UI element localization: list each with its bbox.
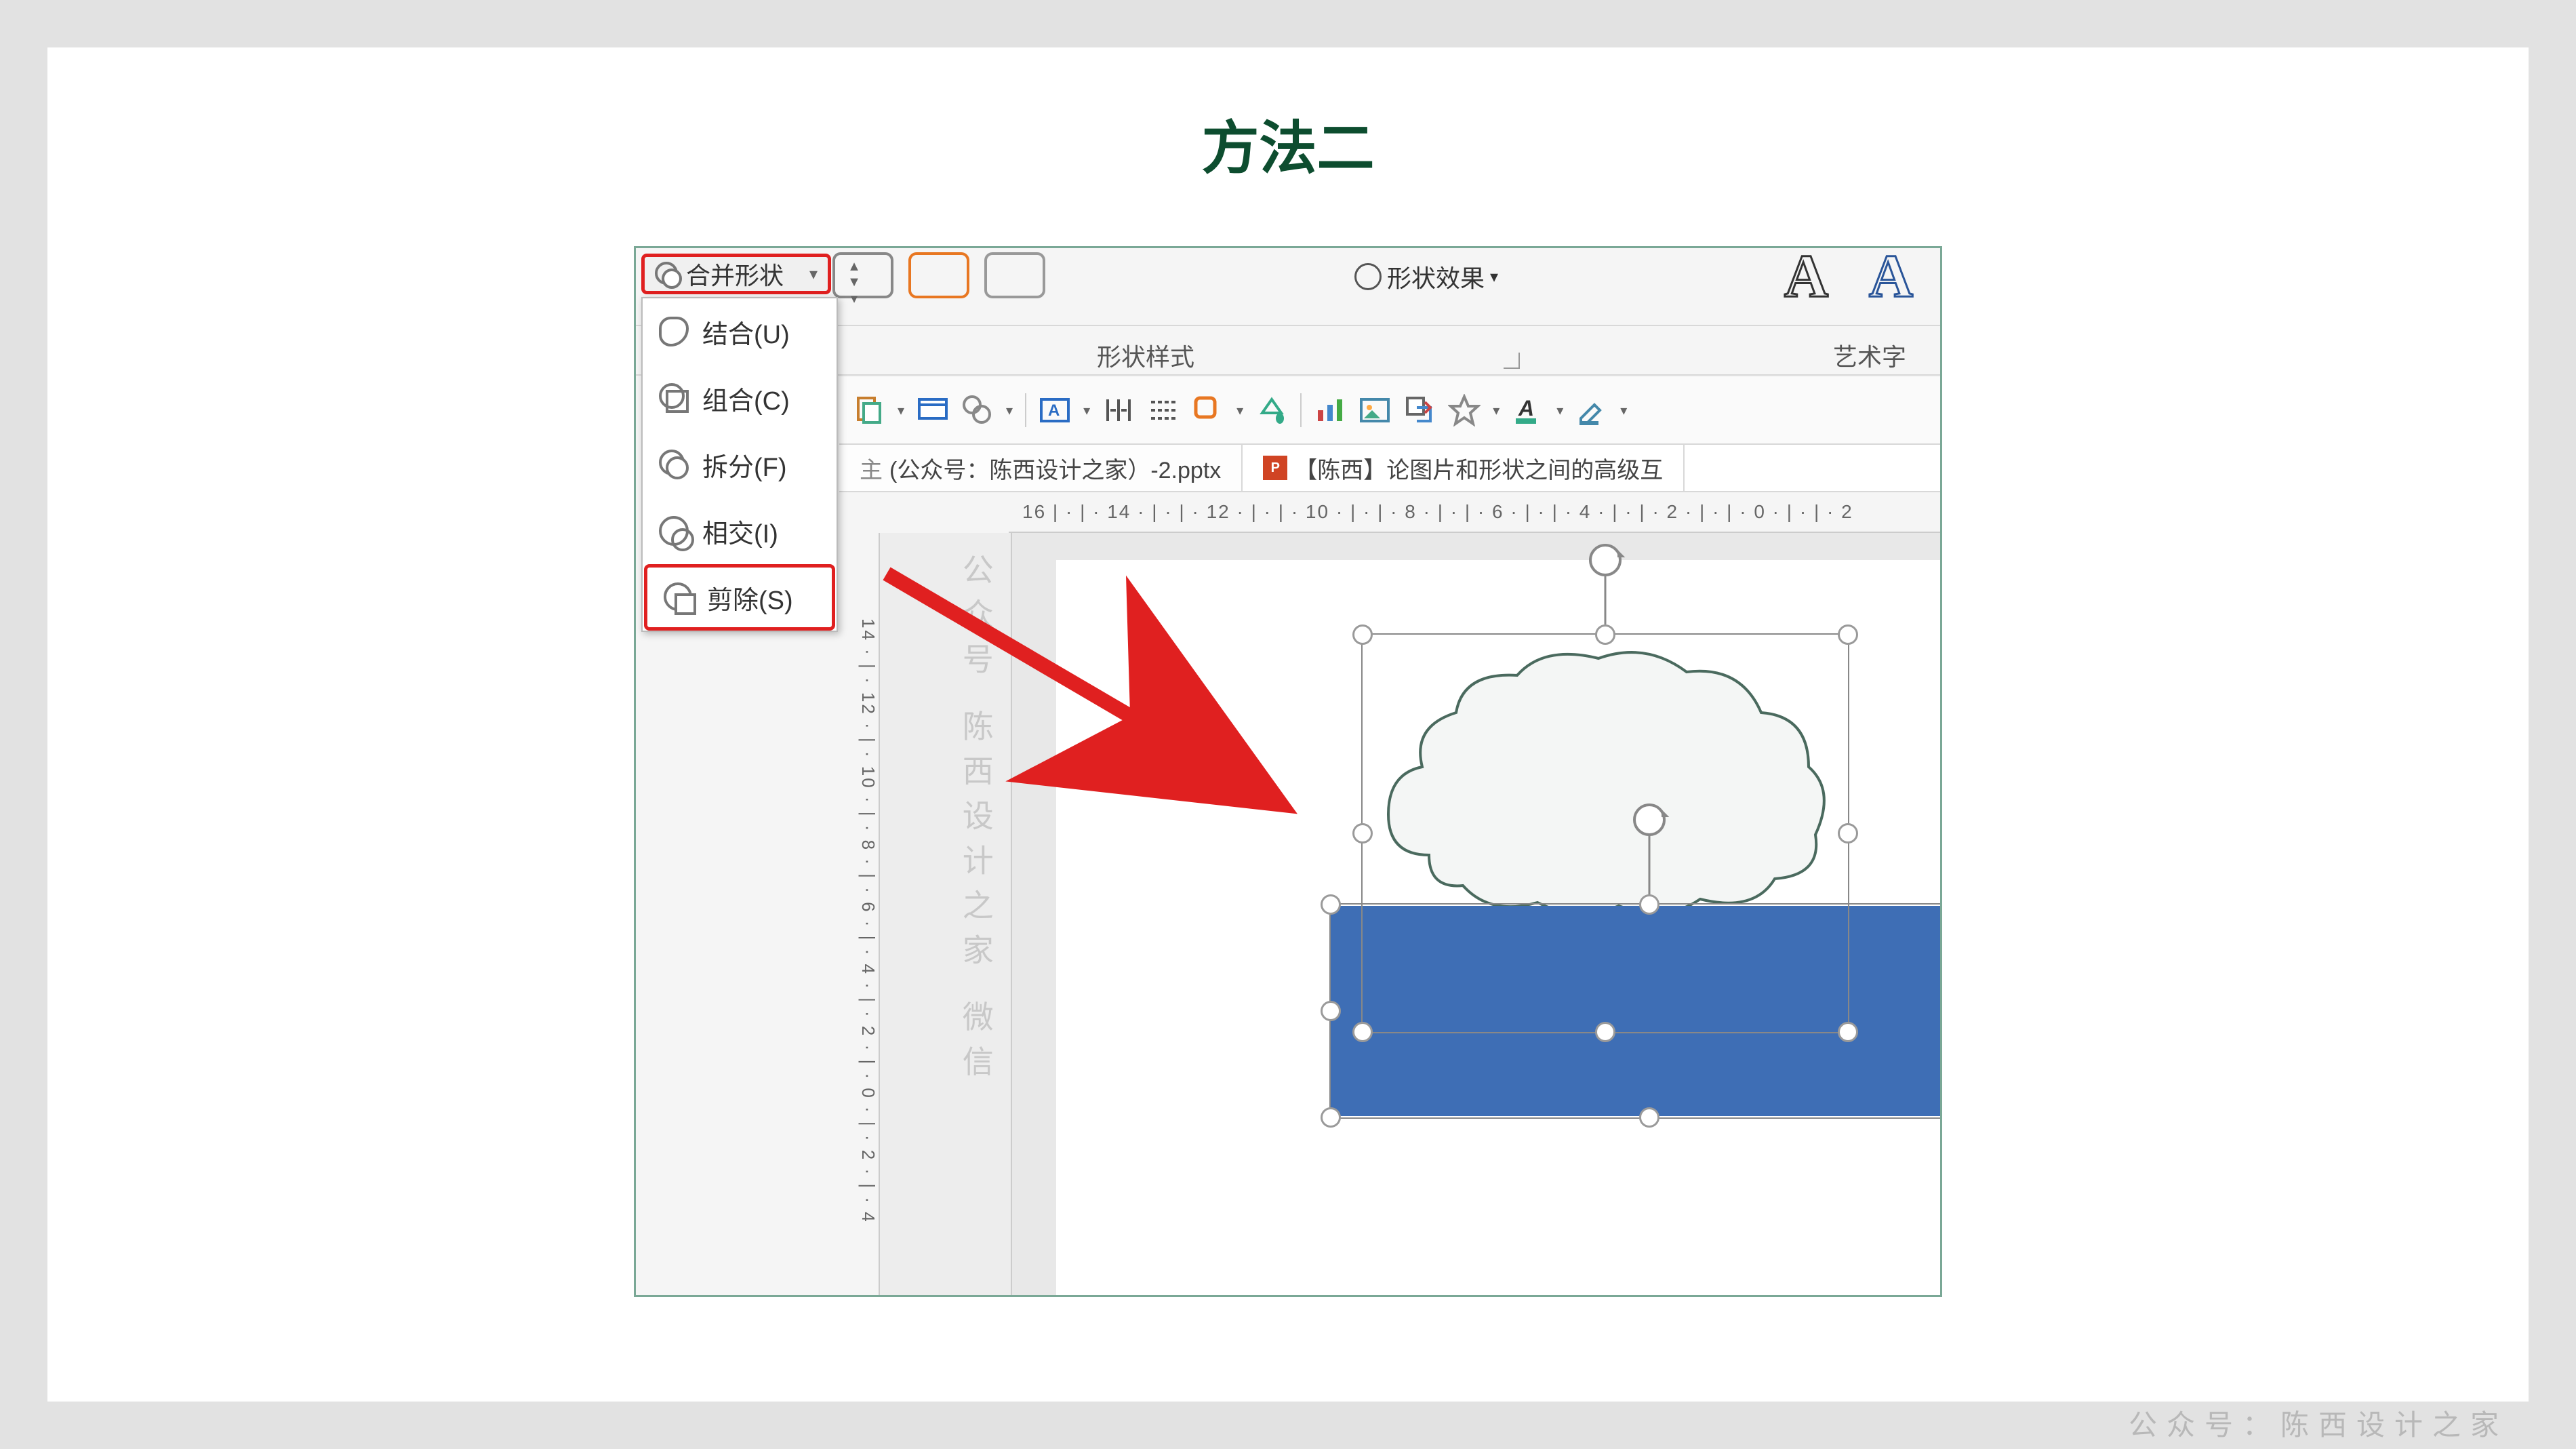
document-tab-label: 【陈西】论图片和形状之间的高级互 (1294, 452, 1663, 485)
menu-item-label: 相交(I) (702, 513, 778, 550)
wordart-preview[interactable]: A (1869, 246, 1913, 311)
chevron-down-icon[interactable]: ▾ (1236, 402, 1243, 419)
horizontal-ruler: 16 | · | · 14 · | · | · 12 · | · | · 10 … (1009, 492, 1940, 533)
shape-style-preview[interactable] (908, 252, 969, 298)
slide-canvas[interactable] (1056, 560, 1940, 1295)
chevron-up-icon[interactable]: ▲ (847, 259, 861, 275)
document-tab[interactable]: 主 (公众号：陈西设计之家）-2.pptx (839, 445, 1243, 491)
merge-shapes-menu: 结合(U) 组合(C) 拆分(F) 相交(I) 剪除(S) (641, 297, 838, 632)
dialog-launcher-icon[interactable] (1504, 353, 1520, 369)
chevron-down-icon: ▾ (1490, 267, 1498, 287)
rotate-connector (1649, 830, 1651, 898)
footer-watermark: 公众号：陈西设计之家 (2129, 1402, 2508, 1444)
fragment-icon (659, 450, 689, 479)
resize-handle[interactable] (1352, 823, 1373, 843)
merge-shapes-button[interactable]: 合并形状 ▾ (641, 254, 831, 294)
menu-item-intersect[interactable]: 相交(I) (643, 498, 837, 564)
shape-effect-button[interactable]: 形状效果 ▾ (1354, 259, 1498, 294)
separator (1025, 393, 1026, 427)
resize-handle[interactable] (1639, 894, 1659, 915)
document-tab-label: (公众号：陈西设计之家）-2.pptx (889, 452, 1221, 485)
chevron-down-icon[interactable]: ▾ (1620, 402, 1627, 419)
resize-handle[interactable] (1321, 1107, 1341, 1128)
menu-item-label: 结合(U) (702, 313, 790, 351)
font-color-icon[interactable]: A (1512, 394, 1544, 426)
shape-style-preview[interactable] (984, 252, 1045, 298)
separator (1300, 393, 1302, 427)
fill-icon[interactable] (1255, 394, 1288, 426)
wordart-gallery[interactable]: A A (1784, 246, 1913, 311)
picture-icon[interactable] (1359, 394, 1391, 426)
chevron-down-icon[interactable]: ▾ (1083, 402, 1090, 419)
chart-icon[interactable] (1314, 394, 1346, 426)
edit-area: 14 · | · 12 · | · 10 · | · 8 · | · 6 · |… (839, 533, 1940, 1295)
slide-icon[interactable] (917, 394, 949, 426)
chevron-down-icon[interactable]: ▾ (1556, 402, 1563, 419)
menu-item-fragment[interactable]: 拆分(F) (643, 431, 837, 498)
shape-effect-icon (1354, 263, 1382, 290)
menu-item-label: 拆分(F) (702, 446, 787, 483)
arrange-icon[interactable] (1403, 394, 1436, 426)
menu-item-subtract[interactable]: 剪除(S) (644, 564, 835, 631)
resize-handle[interactable] (1321, 1001, 1341, 1021)
merge-shapes-label: 合并形状 (686, 256, 784, 292)
textbox-icon[interactable]: A (1039, 394, 1071, 426)
vertical-ruler: 14 · | · 12 · | · 10 · | · 8 · | · 6 · |… (839, 533, 880, 1295)
resize-handle[interactable] (1352, 624, 1373, 645)
section-label-shape-style: 形状样式 (1097, 338, 1194, 373)
merge-shapes-icon (655, 262, 679, 286)
svg-text:A: A (1048, 401, 1060, 420)
menu-item-label: 剪除(S) (707, 579, 793, 616)
rotate-handle-icon[interactable] (1633, 803, 1666, 836)
quick-toolbar: ▾ ▾ A ▾ ▾ ▾ A ▾ ▾ (839, 377, 1940, 445)
rotate-handle-icon[interactable] (1589, 544, 1622, 576)
slide-title: 方法二 (47, 102, 2529, 185)
file-prefix: 主 (860, 452, 883, 485)
selection-box (1329, 903, 1942, 1119)
thumbnail-panel[interactable]: 公众号 陈西设计之家 微信 (880, 533, 1012, 1295)
align-icon[interactable] (1147, 394, 1180, 426)
rotate-connector (1605, 570, 1607, 624)
slide: 方法二 ▲ ▼ ▾ 形状效果 ▾ A A (47, 47, 2529, 1402)
gallery-scroll[interactable]: ▲ ▼ ▾ (841, 259, 868, 306)
resize-handle[interactable] (1838, 624, 1858, 645)
subtract-icon (664, 582, 693, 612)
intersect-icon (659, 516, 689, 546)
resize-handle[interactable] (1639, 1107, 1659, 1128)
resize-handle[interactable] (1595, 624, 1615, 645)
shape-icon[interactable] (1192, 394, 1224, 426)
resize-handle[interactable] (1321, 894, 1341, 915)
powerpoint-screenshot: ▲ ▼ ▾ 形状效果 ▾ A A 形状样式 艺术字 ▾ (634, 246, 1942, 1297)
spacing-icon[interactable] (1102, 394, 1135, 426)
chevron-down-icon[interactable]: ▾ (1493, 402, 1500, 419)
shape-effect-label: 形状效果 (1387, 259, 1485, 294)
chevron-down-icon[interactable]: ▼ (847, 275, 861, 290)
menu-item-union[interactable]: 结合(U) (643, 298, 837, 365)
document-tabs: 主 (公众号：陈西设计之家）-2.pptx P 【陈西】论图片和形状之间的高级互 (839, 445, 1940, 492)
shape-style-gallery[interactable]: ▲ ▼ ▾ (832, 252, 1045, 298)
menu-item-combine[interactable]: 组合(C) (643, 365, 837, 431)
document-tab[interactable]: P 【陈西】论图片和形状之间的高级互 (1243, 445, 1685, 491)
more-icon[interactable]: ▾ (851, 290, 858, 307)
powerpoint-icon: P (1263, 456, 1287, 480)
section-label-wordart: 艺术字 (1833, 338, 1906, 373)
circles-icon[interactable] (961, 394, 994, 426)
chevron-down-icon: ▾ (809, 264, 818, 284)
star-icon[interactable] (1448, 394, 1481, 426)
paste-icon[interactable] (853, 394, 885, 426)
chevron-down-icon[interactable]: ▾ (898, 402, 904, 419)
menu-item-label: 组合(C) (702, 380, 790, 417)
edit-icon[interactable] (1575, 394, 1608, 426)
watermark-text: 公众号 陈西设计之家 微信 (948, 553, 1004, 1090)
resize-handle[interactable] (1838, 823, 1858, 843)
wordart-preview[interactable]: A (1784, 246, 1828, 311)
chevron-down-icon[interactable]: ▾ (1006, 402, 1013, 419)
union-icon (659, 317, 689, 346)
combine-icon (659, 383, 689, 413)
svg-text:A: A (1518, 396, 1534, 420)
